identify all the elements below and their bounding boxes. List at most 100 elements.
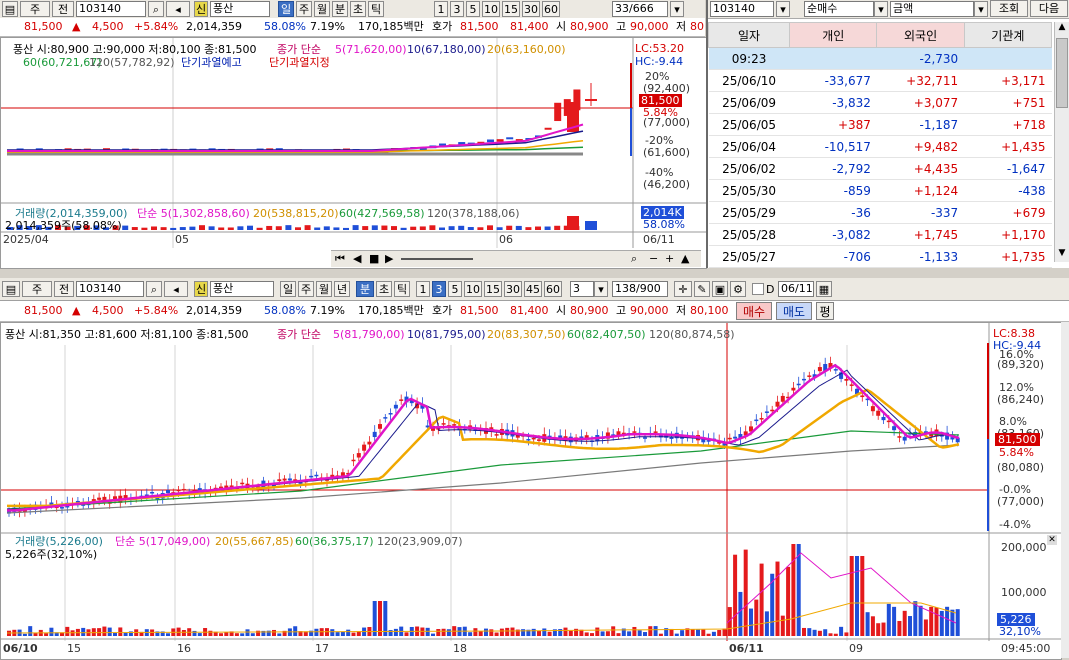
investor-code-input[interactable]: 103140 [710, 1, 774, 17]
bottom-period-minute[interactable]: 분 [356, 281, 374, 297]
scroll-first-icon[interactable]: ⏮ [335, 251, 345, 267]
scroll-next-icon[interactable]: ▶ [385, 251, 393, 267]
stock-name-input[interactable]: 풍산 [210, 1, 270, 17]
num-60[interactable]: 60 [542, 1, 560, 17]
bottom-num-45[interactable]: 45 [524, 281, 542, 297]
num-15[interactable]: 15 [502, 1, 520, 17]
bottom-period-tick[interactable]: 틱 [394, 281, 410, 297]
amount-dropdown-icon[interactable]: ▾ [974, 1, 988, 17]
bottom-name-input[interactable]: 풍산 [210, 281, 274, 297]
table-row[interactable]: 25/06/04 -10,517 +9,482 +1,435 [708, 135, 1052, 158]
interval-dropdown-icon[interactable]: ▾ [594, 281, 608, 297]
table-row[interactable]: 09:23 -2,730 [708, 47, 1052, 70]
bottom-right-scrollbar[interactable] [1061, 322, 1069, 658]
period-tick[interactable]: 틱 [368, 1, 384, 17]
table-row[interactable]: 25/05/27 -706 -1,133 +1,735 [708, 245, 1052, 268]
scroll-prev-icon[interactable]: ◀ [353, 251, 361, 267]
header-date[interactable]: 일자 [707, 22, 791, 48]
zoom-in-icon[interactable]: ⌕ [631, 251, 637, 267]
bottom-period-week[interactable]: 주 [298, 281, 314, 297]
num-10[interactable]: 10 [482, 1, 500, 17]
search-icon[interactable]: ⌕ [148, 1, 164, 17]
bottom-menu-icon[interactable]: ▤ [2, 281, 20, 297]
bottom-period-second[interactable]: 초 [376, 281, 392, 297]
header-individual[interactable]: 개인 [789, 22, 878, 48]
amount-select[interactable]: 금액 [890, 1, 974, 17]
settings-gear-icon[interactable]: ⚙ [730, 281, 746, 297]
bottom-search-icon[interactable]: ⌕ [146, 281, 162, 297]
table-row[interactable]: 25/05/29 -36 -337 +679 [708, 201, 1052, 224]
top-price-chart[interactable]: 풍산 시:80,900 고:90,000 저:80,100 종:81,500 종… [0, 37, 707, 269]
bottom-price-chart[interactable]: 풍산 시:81,350 고:81,600 저:81,100 종:81,500 종… [0, 322, 1062, 660]
period-day[interactable]: 일 [278, 1, 294, 17]
stock-code-input[interactable]: 103140 [76, 1, 146, 17]
investor-panel: 103140 ▾ 순매수 ▾ 금액 ▾ 조회 다음 일자 개인 외국인 기관계 … [706, 0, 1069, 268]
num-30[interactable]: 30 [522, 1, 540, 17]
table-row[interactable]: 25/06/05 +387 -1,187 +718 [708, 113, 1052, 136]
num-1[interactable]: 1 [434, 1, 448, 17]
menu-icon[interactable]: ▤ [2, 1, 18, 17]
table-row[interactable]: 25/06/09 -3,832 +3,077 +751 [708, 91, 1052, 114]
bottom-period-year[interactable]: 년 [334, 281, 350, 297]
net-buy-select[interactable]: 순매수 [804, 1, 874, 17]
investor-scrollbar[interactable]: ▲ ▼ [1054, 22, 1069, 262]
zoom-slider[interactable] [401, 258, 473, 260]
period-second[interactable]: 초 [350, 1, 366, 17]
sell-button[interactable]: 매도 [776, 302, 812, 320]
bottom-num-3[interactable]: 3 [432, 281, 446, 297]
query-button[interactable]: 조회 [990, 0, 1028, 17]
period-week[interactable]: 주 [296, 1, 312, 17]
bottom-tab-week[interactable]: 주 [22, 281, 52, 297]
candle [351, 459, 356, 462]
investor-code-dropdown-icon[interactable]: ▾ [776, 1, 790, 17]
scroll-down-icon[interactable]: ▼ [1055, 248, 1069, 262]
table-row[interactable]: 25/05/28 -3,082 +1,745 +1,170 [708, 223, 1052, 246]
bottom-tab-all[interactable]: 전 [54, 281, 74, 297]
interval-input[interactable]: 3 [570, 281, 594, 297]
plus-icon[interactable]: + [665, 251, 674, 267]
eval-button[interactable]: 평 [816, 302, 834, 320]
bottom-num-10[interactable]: 10 [464, 281, 482, 297]
bottom-speaker-icon[interactable]: ◂ [164, 281, 188, 297]
dropdown-arrow-icon[interactable]: ▾ [670, 1, 684, 17]
period-minute[interactable]: 분 [332, 1, 348, 17]
crosshair-icon[interactable]: ✛ [674, 281, 692, 297]
next-button[interactable]: 다음 [1030, 0, 1068, 17]
num-5[interactable]: 5 [466, 1, 480, 17]
date-input[interactable]: 06/11 [778, 281, 814, 297]
tab-all[interactable]: 전 [52, 1, 74, 17]
save-icon[interactable]: ▣ [712, 281, 728, 297]
bottom-count-input[interactable]: 138/900 [612, 281, 668, 297]
net-buy-dropdown-icon[interactable]: ▾ [874, 1, 888, 17]
table-row[interactable]: 25/05/30 -859 +1,124 -438 [708, 179, 1052, 202]
buy-button[interactable]: 매수 [736, 302, 772, 320]
table-row[interactable]: 25/06/02 -2,792 +4,435 -1,647 [708, 157, 1052, 180]
date-checkbox[interactable] [752, 283, 764, 295]
scroll-thumb[interactable] [1056, 38, 1068, 108]
tab-week[interactable]: 주 [20, 1, 50, 17]
num-3[interactable]: 3 [450, 1, 464, 17]
bottom-code-input[interactable]: 103140 [76, 281, 144, 297]
top-scrollbar[interactable]: ⏮ ◀ ■ ▶ ⌕ − + ▲ [331, 250, 701, 267]
bottom-period-day[interactable]: 일 [280, 281, 296, 297]
calendar-icon[interactable]: ▦ [816, 281, 832, 297]
bottom-period-month[interactable]: 월 [316, 281, 332, 297]
collapse-icon[interactable]: ▲ [681, 251, 689, 267]
scroll-stop-icon[interactable]: ■ [369, 251, 379, 267]
header-institution[interactable]: 기관계 [963, 22, 1053, 48]
table-row[interactable]: 25/06/10 -33,677 +32,711 +3,171 [708, 69, 1052, 92]
minus-icon[interactable]: − [649, 251, 658, 267]
draw-icon[interactable]: ✎ [694, 281, 710, 297]
bottom-num-60[interactable]: 60 [544, 281, 562, 297]
header-foreign[interactable]: 외국인 [876, 22, 965, 48]
bottom-num-15[interactable]: 15 [484, 281, 502, 297]
candle [166, 490, 170, 494]
scroll-up-icon[interactable]: ▲ [1055, 22, 1069, 36]
bottom-num-30[interactable]: 30 [504, 281, 522, 297]
bottom-num-1[interactable]: 1 [416, 281, 430, 297]
period-month[interactable]: 월 [314, 1, 330, 17]
count-input[interactable]: 33/666 [612, 1, 668, 17]
bottom-num-5[interactable]: 5 [448, 281, 462, 297]
bottom-vol-close-icon[interactable]: ✕ [1047, 535, 1057, 545]
speaker-icon[interactable]: ◂ [166, 1, 190, 17]
